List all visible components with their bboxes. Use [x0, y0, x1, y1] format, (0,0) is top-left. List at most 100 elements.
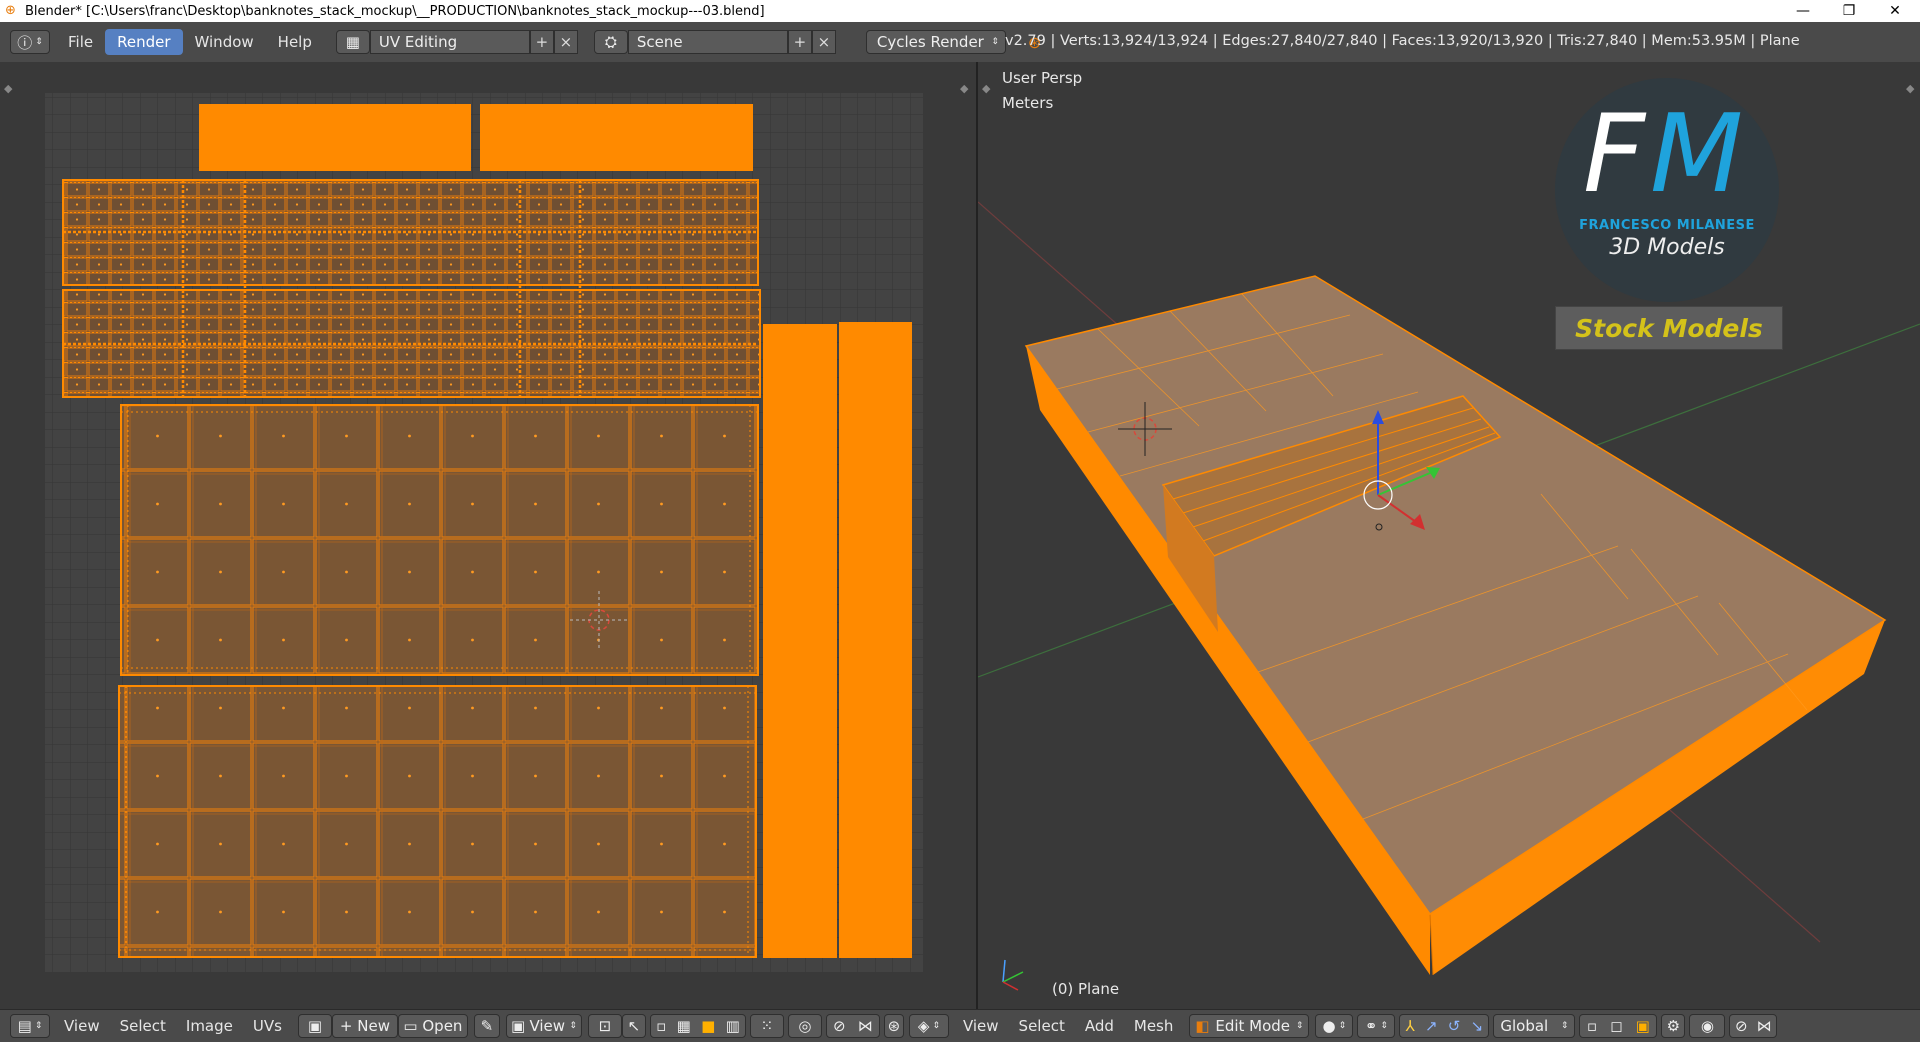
- mesh-top-face[interactable]: [1024, 275, 1887, 916]
- vertex-select-icon[interactable]: ▫: [656, 1017, 666, 1035]
- uv-island-strip[interactable]: [480, 104, 753, 171]
- uv-menu-view[interactable]: View: [54, 1017, 110, 1035]
- 3d-menu-view[interactable]: View: [953, 1017, 1009, 1035]
- snap-icon[interactable]: ⊘: [833, 1017, 846, 1035]
- mesh-select-mode-buttons[interactable]: ▫ ◻ ▣: [1579, 1014, 1658, 1038]
- uv-island-face[interactable]: [120, 404, 759, 676]
- maximize-button[interactable]: ❐: [1826, 0, 1872, 22]
- 3d-view-icon: ◈: [917, 1017, 930, 1035]
- delete-layout-button[interactable]: ×: [553, 30, 578, 54]
- selection-mode-buttons[interactable]: ▫ ▦ ■ ▥: [649, 1014, 746, 1038]
- 3d-menu-add[interactable]: Add: [1075, 1017, 1124, 1035]
- edge-select-icon[interactable]: ◻: [1610, 1017, 1622, 1035]
- screen-layout-field[interactable]: UV Editing: [369, 30, 530, 54]
- pivot-point-dropdown[interactable]: ⚭ ⇕: [1357, 1014, 1396, 1038]
- island-select-icon[interactable]: ▥: [726, 1017, 740, 1035]
- 3d-editor-type-button[interactable]: ◈ ⇕: [908, 1014, 949, 1038]
- add-layout-button[interactable]: +: [529, 30, 554, 54]
- pivot-button[interactable]: ⊡: [587, 1014, 622, 1038]
- logo-subtitle: 3D Models: [1609, 235, 1725, 260]
- render-engine-label: Cycles Render: [876, 33, 984, 51]
- 3d-menu-select[interactable]: Select: [1009, 1017, 1075, 1035]
- add-scene-button[interactable]: +: [787, 30, 812, 54]
- snap-buttons[interactable]: ⊘ ⋈: [825, 1014, 880, 1038]
- updown-arrows-icon: ⇕: [932, 1021, 940, 1031]
- manipulator-buttons[interactable]: ⅄ ↗ ↺ ↘: [1399, 1014, 1490, 1038]
- snap-buttons-3d[interactable]: ⊘ ⋈: [1729, 1014, 1778, 1038]
- close-window-button[interactable]: ✕: [1872, 0, 1918, 22]
- minimize-button[interactable]: —: [1780, 0, 1826, 22]
- snap-increment-icon[interactable]: ⋈: [858, 1017, 873, 1035]
- x-icon: ×: [817, 33, 831, 51]
- render-engine-dropdown[interactable]: Cycles Render ⇕: [865, 30, 1006, 54]
- uv-menu-uvs[interactable]: UVs: [243, 1017, 292, 1035]
- scene-field[interactable]: Scene: [627, 30, 788, 54]
- 3d-menu-mesh[interactable]: Mesh: [1124, 1017, 1184, 1035]
- vertex-select-icon[interactable]: ▫: [1587, 1017, 1597, 1035]
- shading-dropdown[interactable]: ● ⇕: [1315, 1014, 1354, 1038]
- plus-icon: +: [339, 1017, 353, 1035]
- proportional-editing-button[interactable]: ◉: [1689, 1014, 1726, 1038]
- orientation-dropdown[interactable]: Global ⇕: [1493, 1014, 1576, 1038]
- occlude-icon: ⚙: [1666, 1017, 1681, 1035]
- logo-initial-m: M: [1650, 92, 1744, 217]
- sync-selection-button[interactable]: ↖: [621, 1014, 646, 1038]
- open-image-button[interactable]: ▭ Open: [397, 1014, 468, 1038]
- occlude-geometry-button[interactable]: ⚙: [1661, 1014, 1686, 1038]
- uv-canvas[interactable]: [0, 62, 976, 1009]
- menu-render[interactable]: Render: [105, 29, 183, 55]
- scene-browse-button[interactable]: ⛭: [593, 30, 628, 54]
- uv-island-strip[interactable]: [199, 104, 471, 171]
- window-titlebar: ⊕ Blender* [C:\Users\franc\Desktop\bankn…: [0, 0, 1920, 22]
- updown-arrows-icon: ⇕: [1560, 1021, 1569, 1031]
- updown-arrows-icon: ⇕: [1380, 1021, 1388, 1031]
- more-options-button[interactable]: ⊛: [883, 1014, 904, 1038]
- folder-icon: ▭: [403, 1017, 418, 1035]
- mode-dropdown[interactable]: ◧ Edit Mode ⇕: [1189, 1014, 1310, 1038]
- blender-icon: ⊕: [5, 3, 16, 18]
- proportional-icon: ◉: [1700, 1017, 1714, 1035]
- delete-scene-button[interactable]: ×: [811, 30, 836, 54]
- menu-window[interactable]: Window: [183, 29, 266, 55]
- scene-icon: ⛭: [604, 33, 617, 51]
- plus-icon: +: [793, 33, 807, 51]
- edge-select-icon[interactable]: ▦: [677, 1017, 691, 1035]
- uv-island-strip[interactable]: [839, 322, 912, 958]
- manipulator-toggle-icon[interactable]: ⅄: [1406, 1017, 1415, 1035]
- uv-island-strip[interactable]: [763, 324, 837, 958]
- updown-arrows-icon: ⇕: [1338, 1021, 1347, 1031]
- uv-island-face[interactable]: [118, 685, 757, 958]
- fm-logo-watermark: F M FRANCESCO MILANESE 3D Models: [1555, 78, 1779, 306]
- sticky-mode-button[interactable]: ⁙: [749, 1014, 784, 1038]
- face-select-icon[interactable]: ■: [701, 1017, 715, 1035]
- rotate-icon[interactable]: ↺: [1448, 1017, 1461, 1035]
- mode-label: Edit Mode: [1215, 1017, 1291, 1035]
- translate-icon[interactable]: ↗: [1425, 1017, 1438, 1035]
- axis-orientation-gizmo: [1002, 959, 1024, 991]
- uv-mode-dropdown[interactable]: ▣ View ⇕: [505, 1014, 582, 1038]
- proportional-edit-button[interactable]: ◎: [787, 1014, 822, 1038]
- snap-target-icon[interactable]: ⋈: [1757, 1017, 1772, 1035]
- pin-button[interactable]: ✎: [473, 1014, 500, 1038]
- image-browse-button[interactable]: ▣: [297, 1014, 332, 1038]
- menu-file[interactable]: File: [56, 29, 105, 55]
- x-icon: ×: [559, 33, 573, 51]
- new-image-button[interactable]: + New: [331, 1014, 398, 1038]
- snap-icon[interactable]: ⊘: [1735, 1017, 1748, 1035]
- scale-icon[interactable]: ↘: [1471, 1017, 1484, 1035]
- uv-menu-select[interactable]: Select: [110, 1017, 176, 1035]
- window-title: Blender* [C:\Users\franc\Desktop\banknot…: [25, 3, 765, 19]
- image-editor-icon: ▤: [17, 1017, 32, 1035]
- image-icon: ▣: [307, 1017, 323, 1035]
- menu-help[interactable]: Help: [266, 29, 324, 55]
- uv-image-editor[interactable]: ◆ ◆: [0, 62, 976, 1009]
- pivot-icon: ⚭: [1364, 1017, 1378, 1035]
- uv-menu-image[interactable]: Image: [176, 1017, 243, 1035]
- face-select-icon[interactable]: ▣: [1636, 1017, 1650, 1035]
- updown-arrows-icon: ⇕: [1295, 1021, 1304, 1031]
- uv-editor-type-button[interactable]: ▤ ⇕: [10, 1014, 50, 1038]
- editor-type-info-button[interactable]: ⓘ ⇕: [10, 30, 50, 54]
- cursor-arrow-icon: ↖: [627, 1017, 641, 1035]
- bottom-header-bar: ▤ ⇕ View Select Image UVs ▣ + New ▭ Open …: [0, 1009, 1920, 1042]
- screen-layout-browse-button[interactable]: ▦: [335, 30, 370, 54]
